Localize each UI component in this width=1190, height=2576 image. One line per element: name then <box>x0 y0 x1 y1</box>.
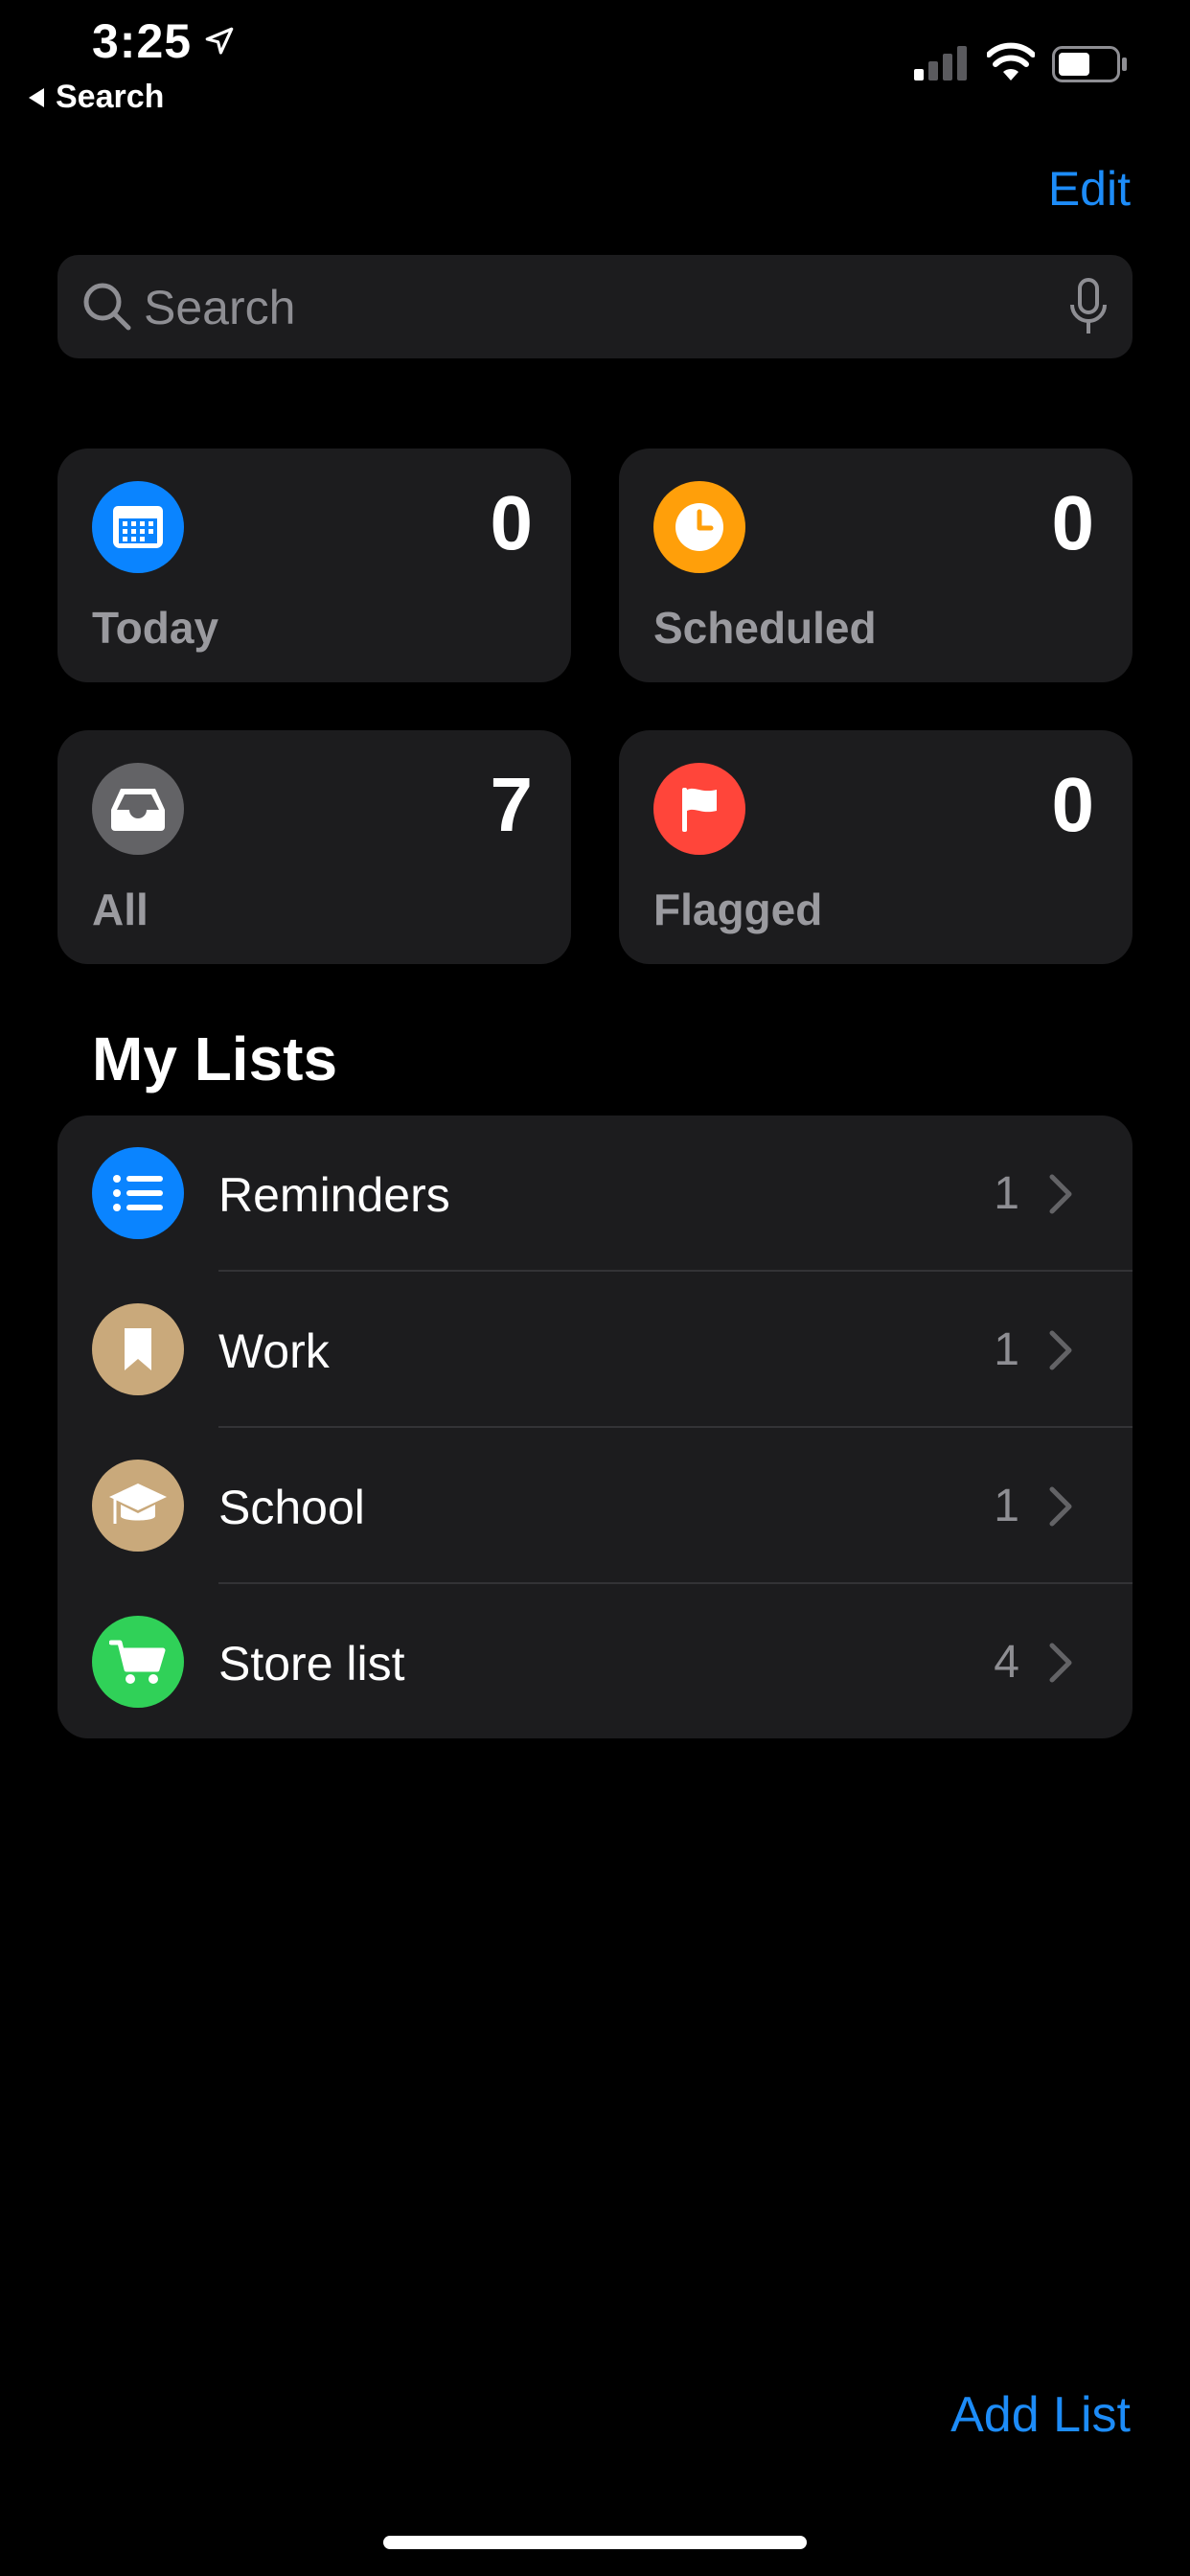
all-label: All <box>92 885 149 934</box>
add-list-button[interactable]: Add List <box>950 2386 1131 2444</box>
list-row-work[interactable]: Work 1 <box>57 1272 1133 1428</box>
today-count: 0 <box>490 480 534 565</box>
clock-icon <box>653 481 745 573</box>
wifi-icon <box>987 42 1035 80</box>
search-placeholder: Search <box>144 281 296 334</box>
flag-icon <box>653 763 745 855</box>
list-count: 1 <box>994 1324 1019 1375</box>
smart-list-all[interactable]: 7 All <box>57 730 571 964</box>
smart-list-scheduled[interactable]: 0 Scheduled <box>619 448 1133 682</box>
flagged-count: 0 <box>1051 762 1095 847</box>
list-count: 1 <box>994 1168 1019 1219</box>
list-name: Store list <box>218 1637 405 1690</box>
today-label: Today <box>92 603 219 653</box>
chevron-right-icon <box>1049 1486 1072 1527</box>
chevron-right-icon <box>1049 1174 1072 1214</box>
back-triangle-icon <box>29 87 44 107</box>
scheduled-count: 0 <box>1051 480 1095 565</box>
home-indicator[interactable] <box>383 2536 807 2549</box>
location-arrow-icon <box>205 27 234 55</box>
status-time: 3:25 <box>92 14 193 68</box>
back-label: Search <box>56 79 165 115</box>
microphone-icon[interactable] <box>1067 278 1110 337</box>
list-row-school[interactable]: School 1 <box>57 1428 1133 1584</box>
flagged-label: Flagged <box>653 885 823 934</box>
search-field[interactable]: Search <box>57 255 1133 358</box>
list-row-reminders[interactable]: Reminders 1 <box>57 1116 1133 1272</box>
cellular-signal-icon <box>914 46 967 80</box>
list-row-store-list[interactable]: Store list 4 <box>57 1584 1133 1738</box>
chevron-right-icon <box>1049 1643 1072 1683</box>
list-name: Work <box>218 1324 330 1378</box>
list-bullet-icon <box>92 1147 184 1239</box>
all-count: 7 <box>490 762 534 847</box>
chevron-right-icon <box>1049 1330 1072 1370</box>
list-count: 4 <box>994 1637 1019 1688</box>
list-name: School <box>218 1481 365 1534</box>
bookmark-icon <box>92 1303 184 1395</box>
battery-icon <box>1052 46 1127 82</box>
smart-list-today[interactable]: 0 Today <box>57 448 571 682</box>
my-lists-group: Reminders 1 Work 1 School 1 Store list 4 <box>57 1116 1133 1738</box>
search-icon <box>83 283 131 331</box>
my-lists-heading: My Lists <box>92 1024 338 1093</box>
edit-button[interactable]: Edit <box>1048 161 1131 217</box>
back-to-search[interactable]: Search <box>29 79 164 116</box>
list-count: 1 <box>994 1481 1019 1531</box>
list-name: Reminders <box>218 1168 450 1222</box>
calendar-icon <box>92 481 184 573</box>
cart-icon <box>92 1616 184 1708</box>
graduation-cap-icon <box>92 1460 184 1552</box>
smart-list-flagged[interactable]: 0 Flagged <box>619 730 1133 964</box>
tray-icon <box>92 763 184 855</box>
scheduled-label: Scheduled <box>653 603 877 653</box>
